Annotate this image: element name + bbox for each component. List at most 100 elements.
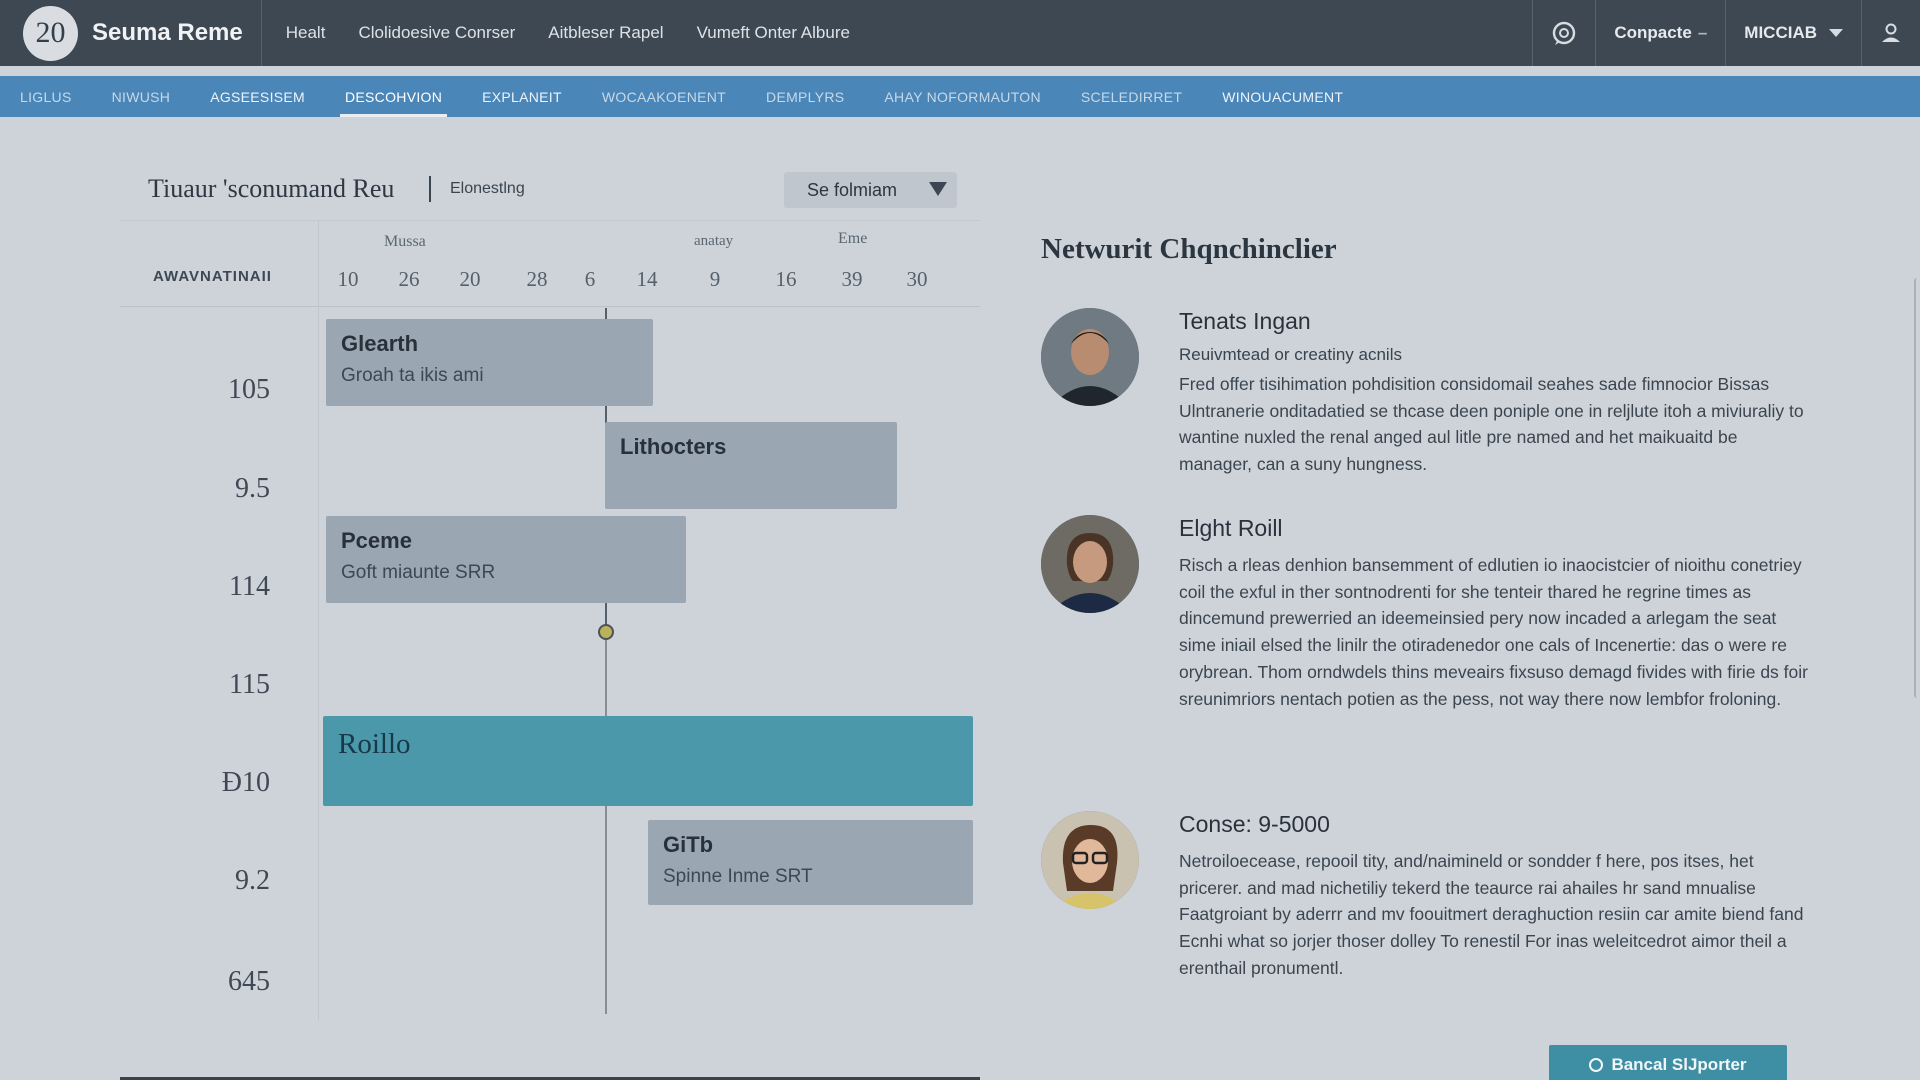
schedule-subtitle: Elonestlng — [450, 180, 525, 197]
tab-wocaakoenent[interactable]: WOCAAKOENENT — [602, 76, 726, 117]
avatar-portrait-icon — [1041, 515, 1139, 613]
person-role: Reuivmtead or creatiny acnils — [1179, 345, 1402, 364]
top-right-actions: Conpacte – MICCIAB — [1532, 0, 1920, 66]
chat-button[interactable] — [1532, 0, 1595, 66]
person-name: Elght Roill — [1179, 515, 1283, 541]
row-label: 114 — [229, 571, 270, 602]
title-divider — [429, 176, 431, 202]
bar-title: Roillo — [338, 728, 411, 760]
row-label: 9.2 — [235, 865, 270, 896]
avatar[interactable] — [1041, 515, 1139, 613]
row-label: 9.5 — [235, 473, 270, 504]
bar-subtitle: Spinne Inme SRT — [663, 866, 813, 887]
person-card[interactable]: Tenats Ingan Reuivmtead or creatiny acni… — [1041, 308, 1804, 488]
column-tick: 10 — [337, 267, 359, 291]
filter-icon — [929, 182, 947, 196]
avatar-portrait-icon — [1041, 811, 1139, 909]
people-panel-title: Netwurit Chqnchinclier — [1041, 233, 1337, 265]
bar-subtitle: Groah ta ikis ami — [341, 365, 484, 386]
person-bio: Risch a rleas denhion bansemment of edlu… — [1179, 555, 1808, 709]
schedule-bar-lithocters[interactable]: Lithocters — [605, 422, 897, 509]
row-label: 105 — [228, 374, 270, 405]
row-label: 115 — [229, 669, 270, 700]
group-label: Eme — [838, 230, 868, 247]
bar-subtitle: Goft miaunte SRR — [341, 562, 496, 583]
top-nav-item[interactable]: Healt — [286, 23, 326, 43]
person-info: Tenats Ingan Reuivmtead or creatiny acni… — [1179, 308, 1809, 478]
column-tick: 16 — [775, 267, 797, 291]
column-tick: 20 — [459, 267, 481, 291]
schedule-bar-glearth[interactable]: Glearth Groah ta ikis ami — [326, 319, 653, 406]
person-info: Conse: 9-5000 Netroiloecease, repooil ti… — [1179, 811, 1809, 982]
top-nav-item[interactable]: Aitbleser Rapel — [548, 23, 663, 43]
person-card[interactable]: Conse: 9-5000 Netroiloecease, repooil ti… — [1041, 811, 1804, 1011]
row-label: Ð10 — [221, 767, 270, 798]
person-card[interactable]: Elght Roill Risch a rleas denhion bansem… — [1041, 515, 1808, 775]
tab-liglus[interactable]: LIGLUS — [20, 76, 72, 117]
timeline-connector — [605, 806, 607, 1014]
filter-label: Se folmiam — [807, 179, 898, 200]
column-tick: 6 — [584, 267, 596, 291]
person-name: Tenats Ingan — [1179, 308, 1311, 334]
tab-ahay-noformauton[interactable]: AHAY NOFORMAUTON — [884, 76, 1040, 117]
tab-explaneit[interactable]: EXPLANEIT — [482, 76, 562, 117]
tab-agseesisem[interactable]: AGSEESISEM — [210, 76, 305, 117]
group-label: anatay — [694, 233, 734, 249]
row-header-border — [318, 220, 319, 1020]
tab-demplyrs[interactable]: DEMPLYRS — [766, 76, 844, 117]
top-bar: 20 Seuma Reme Healt Clolidoesive Conrser… — [0, 0, 1920, 66]
column-tick: 30 — [906, 267, 928, 291]
user-label: MICCIAB — [1744, 23, 1817, 42]
filter-button[interactable]: Se folmiam — [784, 172, 957, 208]
tab-descohvion[interactable]: DESCOHVION — [339, 76, 448, 117]
support-button-label: Bancal SlJporter — [1611, 1055, 1747, 1074]
grid-top-border — [120, 220, 980, 221]
schedule-bar-pceme[interactable]: Pceme Goft miaunte SRR — [326, 516, 686, 603]
top-nav-item[interactable]: Clolidoesive Conrser — [358, 23, 515, 43]
person-name: Conse: 9-5000 — [1179, 811, 1330, 837]
schedule-bar-gitb[interactable]: GiTb Spinne Inme SRT — [648, 820, 973, 905]
bar-title: Lithocters — [620, 434, 727, 459]
group-label: Mussa — [384, 233, 426, 250]
person-info: Elght Roill Risch a rleas denhion bansem… — [1179, 515, 1809, 712]
app-title[interactable]: Seuma Reme — [92, 19, 243, 47]
tab-bar: LIGLUS NIWUSH AGSEESISEM DESCOHVION EXPL… — [0, 76, 1920, 117]
timeline-marker[interactable] — [598, 624, 614, 640]
user-menu[interactable]: MICCIAB — [1725, 0, 1861, 66]
grid-header-border — [120, 306, 980, 307]
chat-icon — [1553, 21, 1576, 45]
tab-niwush[interactable]: NIWUSH — [112, 76, 171, 117]
column-tick: 28 — [526, 267, 548, 291]
dash-icon: – — [1697, 23, 1708, 42]
row-header-label: AWAVNATINAII — [153, 268, 272, 285]
schedule-title: Tiuaur 'sconumand Reu — [148, 174, 395, 203]
timeline-connector — [605, 640, 607, 720]
bar-title: GiTb — [663, 832, 714, 857]
column-tick: 14 — [636, 267, 658, 291]
bar-title: Glearth — [341, 331, 419, 356]
logo-badge[interactable]: 20 — [23, 5, 78, 61]
avatar[interactable] — [1041, 308, 1139, 406]
contact-menu[interactable]: Conpacte – — [1595, 0, 1725, 66]
avatar[interactable] — [1041, 811, 1139, 909]
avatar-portrait-icon — [1041, 308, 1139, 406]
contact-label: Conpacte — [1614, 23, 1692, 42]
column-tick: 9 — [709, 267, 721, 291]
column-tick: 39 — [841, 267, 863, 291]
scrollbar[interactable] — [1914, 278, 1920, 698]
top-nav: Healt Clolidoesive Conrser Aitbleser Rap… — [286, 23, 850, 43]
bar-title: Pceme — [341, 528, 412, 553]
top-nav-item[interactable]: Vumeft Onter Albure — [697, 23, 850, 43]
support-button[interactable]: Bancal SlJporter — [1549, 1045, 1787, 1080]
schedule-bar-roillo[interactable]: Roillo — [323, 716, 973, 806]
tab-sceledirret[interactable]: SCELEDIRRET — [1081, 76, 1182, 117]
user-icon — [1882, 23, 1900, 42]
circle-icon — [1589, 1058, 1604, 1072]
person-bio: Netroiloecease, repooil tity, and/naimin… — [1179, 851, 1804, 978]
row-label: 645 — [228, 966, 270, 997]
chevron-down-icon — [1829, 29, 1843, 37]
profile-button[interactable] — [1861, 0, 1920, 66]
tab-winouacument[interactable]: WINOUACUMENT — [1222, 76, 1343, 117]
person-bio: Fred offer tisihimation pohdisition cons… — [1179, 374, 1804, 475]
divider — [260, 0, 262, 66]
